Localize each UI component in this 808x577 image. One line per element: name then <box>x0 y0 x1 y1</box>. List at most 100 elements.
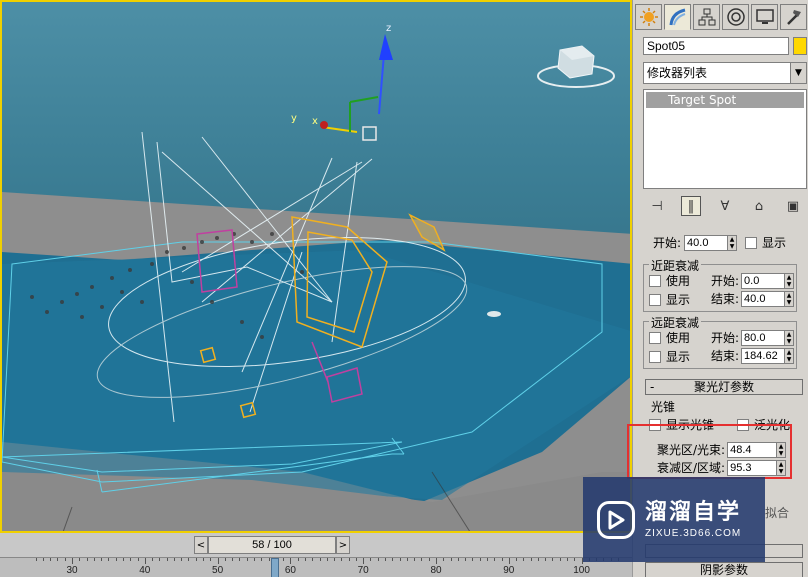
time-next-button[interactable]: > <box>336 536 350 554</box>
timeline-tick <box>436 558 437 564</box>
near-use-row: 使用 <box>649 272 690 289</box>
timeline-tick <box>501 558 503 561</box>
far-use-checkbox[interactable] <box>649 331 661 344</box>
timeline-tick <box>559 558 561 561</box>
near-end-spinner[interactable]: 40.0 ▲ ▼ <box>741 290 795 307</box>
fit-button-fragment[interactable]: 拟合 <box>765 504 789 521</box>
far-show-checkbox[interactable] <box>649 350 661 363</box>
timeline-tick-label: 80 <box>430 565 442 576</box>
modifier-stack[interactable]: Target Spot <box>643 89 807 189</box>
near-start-label: 开始: <box>711 274 740 288</box>
near-end-label: 结束: <box>711 292 740 306</box>
timeline-tick <box>232 558 234 561</box>
far-start-spinner[interactable]: 80.0 ▲ ▼ <box>741 329 795 346</box>
partial-start-spinner[interactable]: 40.0 ▲ ▼ <box>684 234 738 251</box>
timeline-tick <box>326 558 328 561</box>
configure-modifier-sets-icon[interactable]: ▣ <box>783 196 803 216</box>
timeline-tick <box>144 558 146 564</box>
timeline-tick <box>567 558 569 561</box>
near-show-checkbox[interactable] <box>649 293 661 306</box>
timeline-tick <box>297 558 299 561</box>
display-icon <box>755 9 774 24</box>
motion-tab[interactable] <box>722 4 749 30</box>
timeline-tick-label: 50 <box>212 565 224 576</box>
hierarchy-icon <box>698 8 715 26</box>
hierarchy-tab[interactable] <box>693 4 720 30</box>
near-show-row: 显示 <box>649 291 690 308</box>
shadow-params-rollout-header[interactable]: 阴影参数 <box>645 562 803 577</box>
play-logo-icon <box>597 500 635 539</box>
near-start-spinner[interactable]: 0.0 ▲ ▼ <box>741 272 795 289</box>
time-slider-thumb[interactable]: 58 / 100 <box>208 536 336 554</box>
viewcube-icon[interactable] <box>536 42 616 92</box>
timeline-tick <box>72 558 73 564</box>
timeline-tick <box>428 558 430 561</box>
timeline-tick <box>268 558 270 561</box>
perspective-viewport[interactable]: z y x <box>0 0 632 533</box>
near-use-label: 使用 <box>666 274 691 288</box>
timeline-tick <box>173 558 175 561</box>
stack-item-target-spot[interactable]: Target Spot <box>646 92 804 108</box>
timeline-tick <box>79 558 81 561</box>
timeline-tick <box>363 558 365 564</box>
watermark-url: ZIXUE.3D66.COM <box>645 528 742 539</box>
object-name-field[interactable]: Spot05 <box>643 37 789 55</box>
timeline-tick <box>115 558 117 561</box>
timeline-tick <box>210 558 212 561</box>
remove-modifier-icon[interactable]: ⌂ <box>749 196 769 216</box>
timeline-tick <box>479 558 481 561</box>
show-end-result-icon[interactable]: ‖ <box>681 196 701 216</box>
create-tab[interactable] <box>635 4 662 30</box>
timeline-tick-label: 60 <box>284 565 296 576</box>
chevron-down-icon: ▼ <box>790 63 806 83</box>
time-prev-button[interactable]: < <box>194 536 208 554</box>
far-end-row: 结束: 184.62 ▲ ▼ <box>711 347 795 364</box>
partial-show-checkbox[interactable] <box>745 236 758 249</box>
timeline-tick <box>385 558 387 561</box>
object-color-swatch[interactable] <box>793 37 807 55</box>
near-use-checkbox[interactable] <box>649 274 661 287</box>
timeline-tick <box>137 558 139 561</box>
timeline-tick <box>516 558 518 561</box>
timeline-track[interactable]: 30 40 50 60 70 80 90 100 <box>0 557 632 577</box>
pin-stack-icon[interactable]: ⊣ <box>647 196 667 216</box>
far-start-row: 开始: 80.0 ▲ ▼ <box>711 329 795 346</box>
timeline-tick-label: 40 <box>139 565 151 576</box>
timeline-tick <box>181 558 183 561</box>
timeline-tick <box>414 558 416 561</box>
partial-show-label: 显示 <box>762 236 787 250</box>
modify-icon <box>669 8 685 26</box>
timeline-tick <box>552 558 554 561</box>
far-use-row: 使用 <box>649 329 690 346</box>
far-show-row: 显示 <box>649 348 690 365</box>
watermark-overlay: 溜溜自学 ZIXUE.3D66.COM <box>583 477 765 562</box>
timeline-tick <box>370 558 372 561</box>
timeline-tick <box>341 558 343 561</box>
spotlight-params-rollout-header[interactable]: - 聚光灯参数 <box>645 379 803 395</box>
far-end-spinner[interactable]: 184.62 ▲ ▼ <box>741 347 795 364</box>
partial-start-row: 开始: 40.0 ▲ ▼ 显示 <box>653 234 786 251</box>
make-unique-icon[interactable]: ∀ <box>715 196 735 216</box>
timeline-playhead[interactable] <box>271 558 279 577</box>
timeline-tick <box>312 558 314 561</box>
display-tab[interactable] <box>751 4 778 30</box>
near-start-row: 开始: 0.0 ▲ ▼ <box>711 272 795 289</box>
time-slider[interactable]: < 58 / 100 > <box>194 536 350 554</box>
timeline-tick <box>443 558 445 561</box>
shadow-params-title: 阴影参数 <box>699 563 748 577</box>
timeline-tick <box>421 558 423 561</box>
far-use-label: 使用 <box>666 331 691 345</box>
timeline-tick <box>377 558 379 561</box>
timeline-tick <box>188 558 190 561</box>
timeline-tick <box>574 558 576 561</box>
utilities-tab[interactable] <box>780 4 807 30</box>
timeline-tick <box>530 558 532 561</box>
modify-tab[interactable] <box>664 4 691 30</box>
modifier-list-dropdown[interactable]: 修改器列表 ▼ <box>643 62 807 84</box>
timeline-tick <box>537 558 539 561</box>
timeline-tick <box>86 558 88 561</box>
timeline-tick <box>64 558 66 561</box>
timeline-tick <box>406 558 408 561</box>
z-axis-label: z <box>386 23 391 34</box>
timeline-tick <box>486 558 488 561</box>
